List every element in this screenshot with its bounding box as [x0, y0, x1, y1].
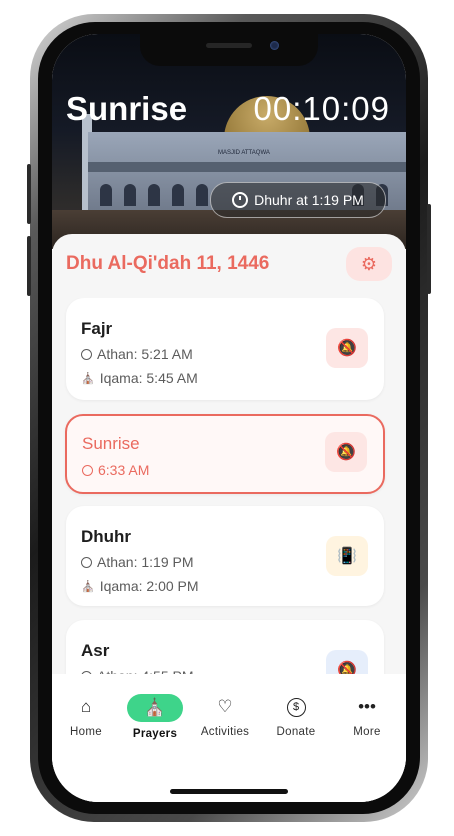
- prayer-list[interactable]: Fajr Athan: 5:21 AM ⛪ Iqama: 5:45 AM 🔕 S…: [52, 298, 406, 702]
- iqama-time: ⛪ Iqama: 2:00 PM: [81, 578, 199, 594]
- tab-donate[interactable]: $ Donate: [261, 694, 331, 738]
- tab-prayers[interactable]: ⛪ Prayers: [120, 694, 190, 740]
- app-screen: MASJID ATTAQWA Sunrise 00:10:09 Dhuhr at…: [52, 34, 406, 802]
- arch: [124, 184, 136, 206]
- next-prayer-pill[interactable]: Dhuhr at 1:19 PM: [210, 182, 386, 218]
- prayer-name: Dhuhr: [81, 527, 132, 546]
- building-band: [88, 162, 406, 172]
- notification-toggle[interactable]: 🔕: [325, 432, 367, 472]
- mosque-icon: ⛪: [81, 580, 95, 593]
- sunrise-time: 6:33 AM: [82, 462, 149, 478]
- iqama-text: Iqama: 2:00 PM: [99, 578, 199, 594]
- arch: [172, 184, 184, 206]
- notification-toggle[interactable]: 🔕: [326, 328, 368, 368]
- notification-toggle[interactable]: 📳: [326, 536, 368, 576]
- next-prayer-text: Dhuhr at 1:19 PM: [254, 192, 364, 208]
- home-indicator[interactable]: [170, 789, 288, 794]
- power-button: [427, 204, 431, 294]
- iqama-text: Iqama: 5:45 AM: [99, 370, 198, 386]
- tab-label: Home: [70, 726, 102, 738]
- prayer-name: Asr: [81, 641, 110, 660]
- mosque-sign: MASJID ATTAQWA: [218, 150, 270, 156]
- vibrate-icon: 📳: [337, 548, 357, 565]
- tab-more[interactable]: ••• More: [332, 694, 402, 738]
- bottom-tab-bar: ⌂ Home ⛪ Prayers ♡ Activities $ Donate •…: [52, 674, 406, 802]
- settings-button[interactable]: ⚙: [346, 247, 392, 281]
- side-button: [27, 164, 31, 224]
- athan-time: Athan: 1:19 PM: [81, 554, 194, 570]
- arch: [100, 184, 112, 206]
- sunrise-time-text: 6:33 AM: [98, 462, 150, 478]
- camera: [270, 41, 279, 50]
- tab-label: More: [353, 726, 381, 738]
- phone-frame: MASJID ATTAQWA Sunrise 00:10:09 Dhuhr at…: [27, 14, 431, 822]
- dollar-icon: $: [286, 694, 306, 720]
- notch: [140, 34, 318, 66]
- hijri-date: Dhu Al-Qi'dah 11, 1446: [66, 253, 270, 274]
- athan-time: Athan: 5:21 AM: [81, 346, 193, 362]
- heart-icon: ♡: [217, 697, 233, 716]
- tab-home[interactable]: ⌂ Home: [52, 694, 121, 738]
- home-icon: ⌂: [80, 697, 92, 716]
- countdown-timer: 00:10:09: [253, 90, 390, 127]
- prayer-card-fajr[interactable]: Fajr Athan: 5:21 AM ⛪ Iqama: 5:45 AM 🔕: [66, 298, 384, 400]
- more-icon: •••: [358, 697, 376, 716]
- prayer-card-dhuhr[interactable]: Dhuhr Athan: 1:19 PM ⛪ Iqama: 2:00 PM 📳: [66, 506, 384, 606]
- mosque-icon: ⛪: [81, 372, 95, 385]
- prayer-card-sunrise[interactable]: Sunrise 6:33 AM 🔕: [65, 414, 385, 494]
- athan-text: Athan: 5:21 AM: [97, 346, 193, 362]
- arch: [148, 184, 160, 206]
- side-button: [27, 236, 31, 296]
- clock-icon: [81, 556, 92, 568]
- gear-icon: ⚙: [360, 253, 378, 274]
- tab-activities[interactable]: ♡ Activities: [190, 694, 260, 738]
- clock-icon: [81, 348, 92, 360]
- tab-label: Activities: [200, 726, 250, 738]
- current-prayer-title: Sunrise: [66, 90, 188, 127]
- clock-icon: [82, 464, 93, 476]
- clock-icon: [232, 192, 249, 208]
- athan-text: Athan: 1:19 PM: [97, 554, 194, 570]
- iqama-time: ⛪ Iqama: 5:45 AM: [81, 370, 198, 386]
- arch: [196, 184, 208, 206]
- bell-off-icon: 🔕: [336, 444, 356, 461]
- hero-banner: MASJID ATTAQWA Sunrise 00:10:09 Dhuhr at…: [52, 34, 406, 249]
- date-row: Dhu Al-Qi'dah 11, 1446 ⚙: [66, 244, 392, 284]
- bell-off-icon: 🔕: [337, 340, 357, 357]
- prayer-name: Fajr: [81, 319, 113, 338]
- prayer-name: Sunrise: [82, 434, 140, 453]
- mosque-icon: ⛪: [127, 694, 183, 722]
- speaker: [206, 43, 252, 48]
- tab-label: Prayers: [132, 728, 178, 740]
- tab-label: Donate: [276, 726, 316, 738]
